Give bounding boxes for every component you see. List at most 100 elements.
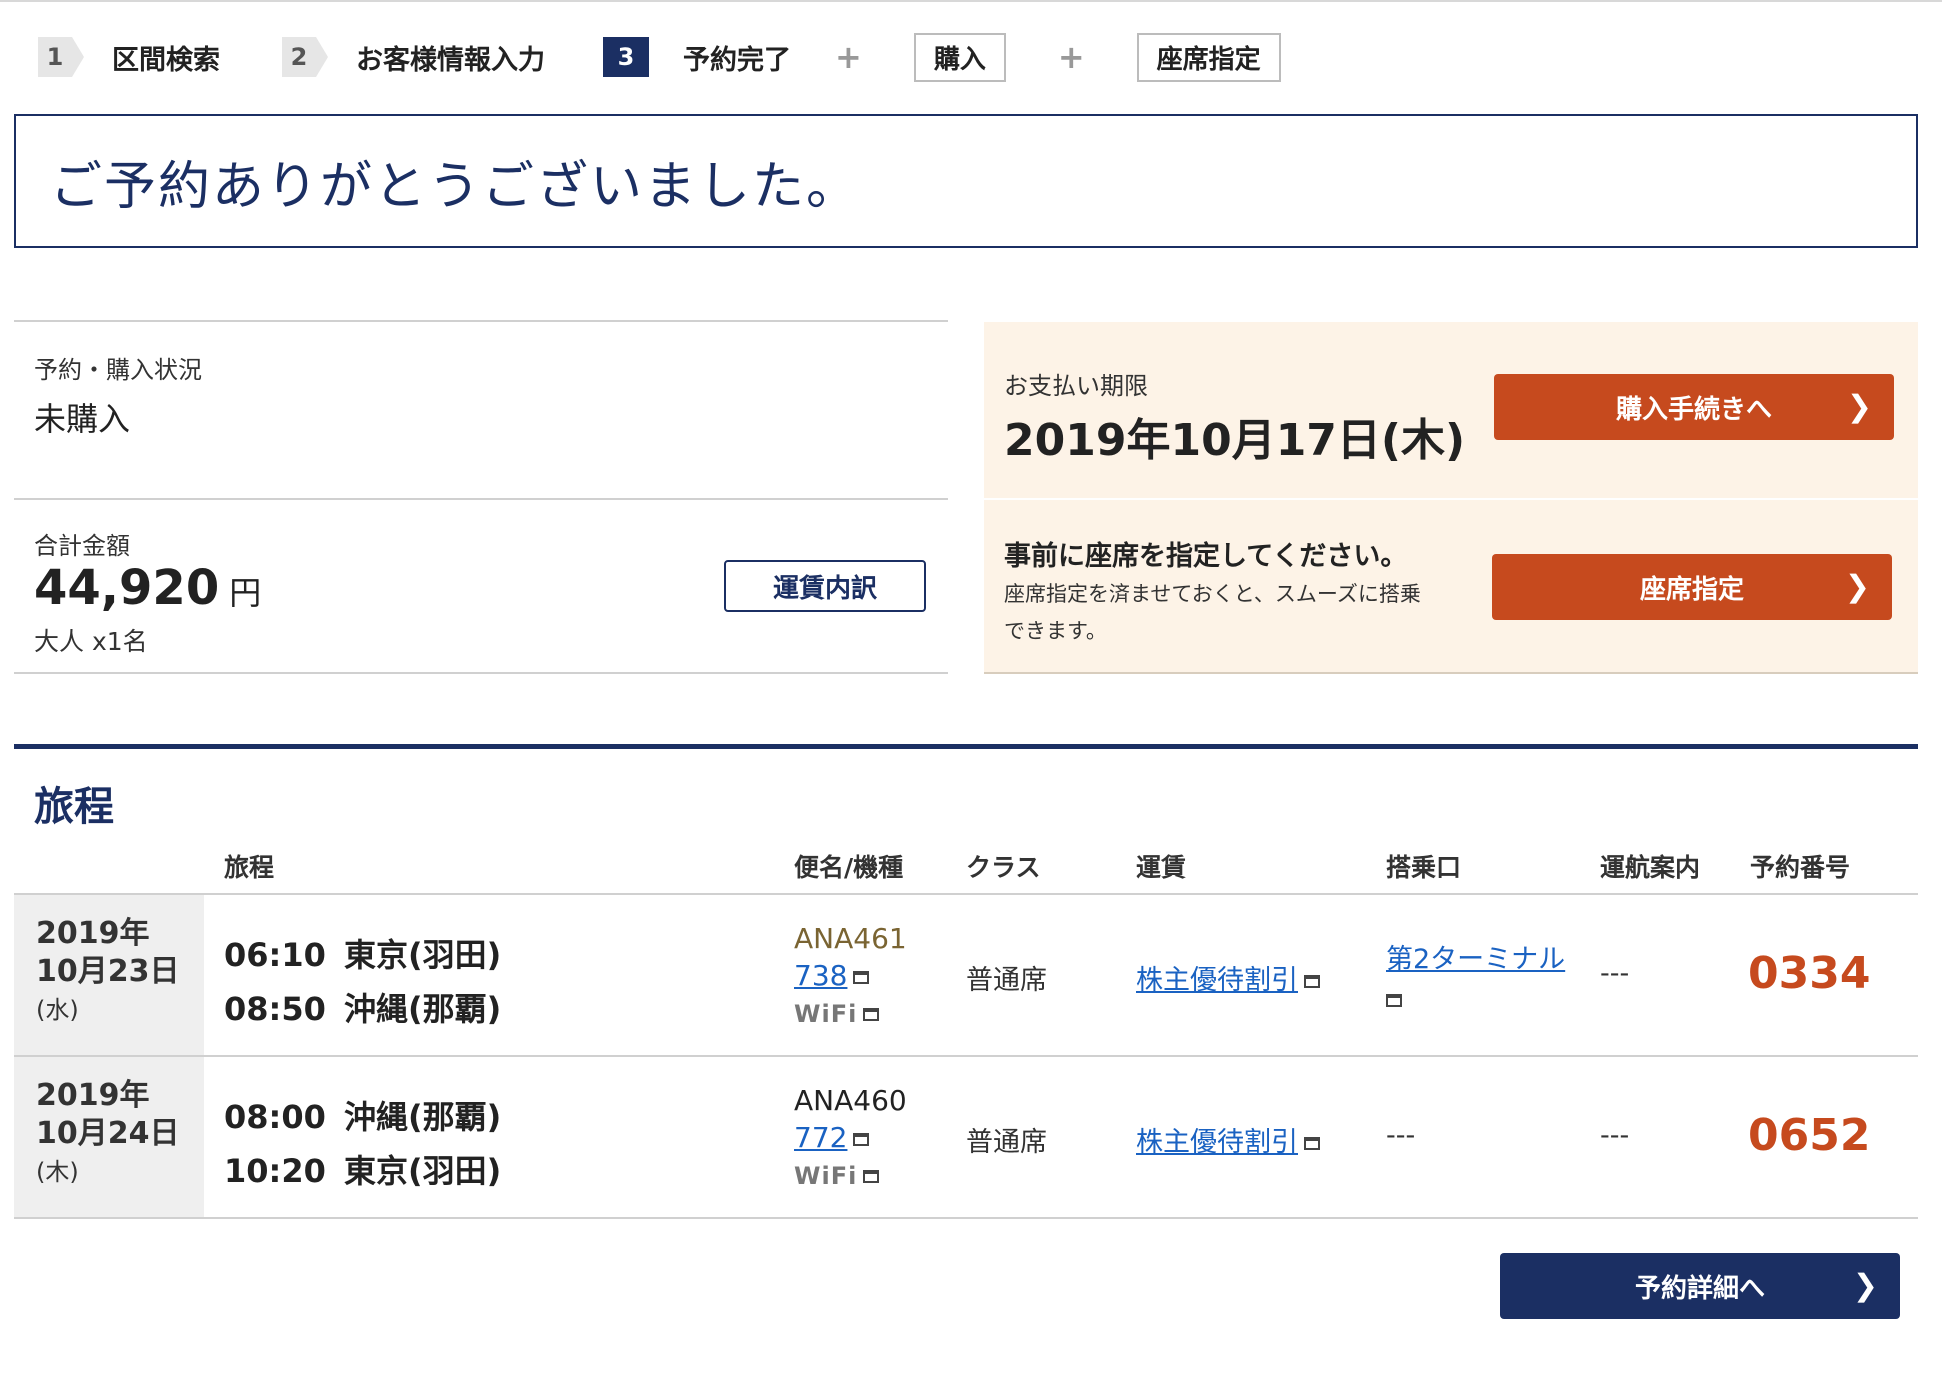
step-1-label: 区間検索 [112, 44, 220, 76]
seat-prompt-desc: 座席指定を済ませておくと、スムーズに搭乗できます。 [1004, 582, 1421, 643]
row1-flight-number: ANA461 [794, 922, 907, 955]
payment-deadline: 2019年10月17日(木) [1004, 415, 1466, 466]
row1-aircraft-link[interactable]: 738 [794, 959, 847, 992]
header-ops: 運航案内 [1600, 853, 1701, 882]
top-divider [0, 0, 1942, 2]
row1-weekday: (水) [36, 996, 79, 1024]
step-1: 1 区間検索 [38, 37, 282, 77]
step-3: 3 予約完了 [603, 37, 835, 77]
row1-dep-time: 06:10 [224, 936, 326, 974]
row1-arr-airport: 沖縄(那覇) [344, 990, 502, 1028]
optional-step-seat: 座席指定 [1136, 32, 1281, 82]
chevron-right-icon: ❯ [1846, 389, 1872, 425]
booking-summary-panel: 予約・購入状況 未購入 合計金額 44,920 円 大人 x1名 運賃内訳 [14, 320, 948, 674]
row2-fare-link[interactable]: 株主優待割引 [1136, 1127, 1298, 1158]
header-route: 旅程 [224, 853, 275, 882]
row2-weekday: (木) [36, 1158, 79, 1186]
row2-ops: --- [1600, 1120, 1630, 1151]
row2-departure: 08:00 沖縄(那覇) [224, 1092, 501, 1138]
row1-arrival: 08:50 沖縄(那覇) [224, 984, 501, 1030]
row2-dep-time: 08:00 [224, 1098, 326, 1136]
table-divider [14, 1217, 1918, 1219]
row1-departure: 06:10 東京(羽田) [224, 930, 501, 976]
row2-gate: --- [1386, 1120, 1416, 1151]
row2-year: 2019年 [36, 1078, 150, 1113]
purchase-button[interactable]: 購入手続きへ ❯ [1494, 374, 1894, 440]
passenger-count: 大人 x1名 [34, 627, 148, 656]
itinerary-title: 旅程 [34, 784, 114, 830]
row1-dep-airport: 東京(羽田) [344, 936, 502, 974]
row2-flight-number: ANA460 [794, 1084, 907, 1117]
row2-reservation-number: 0652 [1748, 1110, 1871, 1161]
row2-arr-time: 10:20 [224, 1152, 326, 1190]
external-window-icon [1386, 994, 1402, 1007]
status-row: 予約・購入状況 未購入 [14, 320, 948, 498]
external-window-icon [853, 970, 870, 984]
total-amount-value: 44,920 [34, 560, 220, 616]
step-3-number: 3 [603, 37, 649, 77]
seat-select-button-label: 座席指定 [1639, 574, 1744, 605]
external-window-icon [1304, 1137, 1320, 1150]
status-value: 未購入 [34, 400, 131, 438]
row2-dep-airport: 沖縄(那覇) [344, 1098, 502, 1136]
optional-step-purchase: 購入 [913, 32, 1006, 82]
external-window-icon [863, 1007, 880, 1021]
total-label: 合計金額 [34, 532, 130, 560]
table-divider [14, 1055, 1918, 1057]
reservation-detail-button-label: 予約詳細へ [1634, 1273, 1765, 1304]
payment-deadline-label: お支払い期限 [1004, 372, 1148, 400]
row1-date: 10月23日 [36, 954, 180, 989]
external-window-icon [863, 1169, 880, 1183]
header-gate: 搭乗口 [1386, 853, 1462, 882]
row2-date: 10月24日 [36, 1116, 180, 1151]
progress-steps: 1 区間検索 2 お客様情報入力 3 予約完了 + 購入 + 座席指定 [38, 32, 1333, 82]
total-row: 合計金額 44,920 円 大人 x1名 運賃内訳 [14, 498, 948, 674]
plus-icon: + [835, 38, 862, 76]
payment-row: お支払い期限 2019年10月17日(木) 購入手続きへ ❯ [984, 322, 1918, 498]
seat-select-button[interactable]: 座席指定 ❯ [1492, 554, 1892, 620]
chevron-right-icon: ❯ [1852, 1268, 1878, 1304]
row2-fare: 株主優待割引 [1136, 1120, 1320, 1159]
chevron-right-icon: ❯ [1844, 569, 1870, 605]
row1-reservation-number: 0334 [1748, 948, 1871, 999]
table-divider [14, 893, 1918, 895]
row2-arr-airport: 東京(羽田) [344, 1152, 502, 1190]
header-resno: 予約番号 [1750, 853, 1851, 882]
date-cell-1: 2019年 10月23日 (水) [14, 895, 204, 1055]
row1-ops: --- [1600, 958, 1630, 989]
total-amount: 44,920 円 [34, 560, 261, 616]
row2-aircraft-link[interactable]: 772 [794, 1121, 847, 1154]
step-2-label: お客様情報入力 [356, 44, 545, 76]
row1-class: 普通席 [966, 965, 1047, 996]
row1-year: 2019年 [36, 916, 150, 951]
external-window-icon [1304, 975, 1320, 988]
header-class: クラス [966, 853, 1041, 882]
row2-wifi[interactable]: WiFi [794, 1162, 857, 1190]
header-fare: 運賃 [1136, 853, 1187, 882]
thanks-banner: ご予約ありがとうございました。 [14, 114, 1918, 248]
reservation-detail-button[interactable]: 予約詳細へ ❯ [1500, 1253, 1900, 1319]
currency-unit: 円 [229, 574, 262, 612]
row1-gate: 第2ターミナル [1386, 940, 1565, 1020]
status-label: 予約・購入状況 [34, 356, 202, 384]
purchase-button-label: 購入手続きへ [1615, 394, 1772, 425]
row1-wifi[interactable]: WiFi [794, 1000, 857, 1028]
header-flight: 便名/機種 [794, 853, 904, 882]
row1-fare-link[interactable]: 株主優待割引 [1136, 965, 1298, 996]
fare-breakdown-button[interactable]: 運賃内訳 [724, 560, 926, 612]
step-1-number: 1 [38, 37, 84, 77]
seat-prompt-title: 事前に座席を指定してください。 [1004, 541, 1408, 572]
row2-arrival: 10:20 東京(羽田) [224, 1146, 501, 1192]
row1-gate-link[interactable]: 第2ターミナル [1386, 944, 1565, 975]
itinerary-divider [14, 744, 1918, 749]
plus-icon: + [1057, 38, 1085, 76]
row2-flight-info: ANA460 772 WiFi [794, 1082, 907, 1195]
external-window-icon [853, 1132, 870, 1146]
step-3-label: 予約完了 [683, 44, 791, 76]
step-2-number: 2 [282, 37, 328, 77]
action-panel: お支払い期限 2019年10月17日(木) 購入手続きへ ❯ 事前に座席を指定し… [984, 322, 1918, 674]
step-2: 2 お客様情報入力 [282, 37, 603, 77]
seat-row: 事前に座席を指定してください。 座席指定を済ませておくと、スムーズに搭乗できます… [984, 498, 1918, 674]
date-cell-2: 2019年 10月24日 (木) [14, 1057, 204, 1217]
row1-flight-info: ANA461 738 WiFi [794, 920, 907, 1033]
